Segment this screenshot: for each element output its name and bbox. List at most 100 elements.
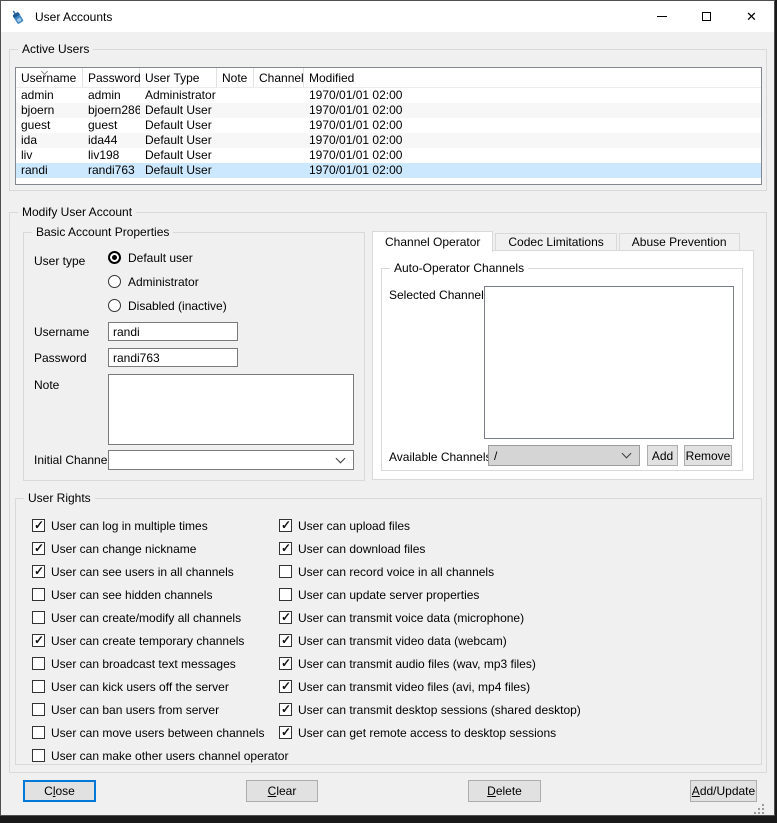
column-header-username[interactable]: Username — [16, 68, 83, 87]
checkbox-user-can-see-hidden-channels[interactable]: User can see hidden channels — [32, 588, 288, 601]
checkbox-user-can-download-files[interactable]: User can download files — [279, 542, 581, 555]
radio-disabled-inactive[interactable]: Disabled (inactive) — [108, 299, 227, 312]
checked-checkbox-icon — [32, 519, 45, 532]
auto-operator-group-label: Auto-Operator Channels — [390, 261, 528, 275]
checked-checkbox-icon — [279, 657, 292, 670]
checkbox-user-can-transmit-audio-files-wav-mp3-files[interactable]: User can transmit audio files (wav, mp3 … — [279, 657, 581, 670]
minimize-button[interactable] — [639, 1, 684, 32]
checkbox-user-can-transmit-video-files-avi-mp4-files[interactable]: User can transmit video files (avi, mp4 … — [279, 680, 581, 693]
checkbox-user-can-broadcast-text-messages[interactable]: User can broadcast text messages — [32, 657, 288, 670]
checkbox-user-can-move-users-between-channels[interactable]: User can move users between channels — [32, 726, 288, 739]
checked-checkbox-icon — [32, 542, 45, 555]
checkbox-user-can-make-other-users-channel-operator[interactable]: User can make other users channel operat… — [32, 749, 288, 762]
table-cell: bjoern286 — [83, 103, 140, 118]
table-row-liv[interactable]: livliv198Default User1970/01/01 02:00 — [16, 148, 761, 163]
teamtalk-app-icon — [10, 9, 26, 25]
title-bar[interactable]: User Accounts ✕ — [1, 1, 774, 32]
close-button[interactable]: Close — [23, 780, 96, 802]
radio-label: Administrator — [128, 275, 199, 289]
basic-group-label: Basic Account Properties — [32, 225, 173, 239]
table-row-randi[interactable]: randirandi763Default User1970/01/01 02:0… — [16, 163, 761, 178]
selected-channels-listbox[interactable] — [484, 286, 734, 439]
checkbox-user-can-log-in-multiple-times[interactable]: User can log in multiple times — [32, 519, 288, 532]
checkbox-label: User can upload files — [298, 519, 410, 533]
tab-channel-operator[interactable]: Channel Operator — [372, 231, 493, 252]
unchecked-checkbox-icon — [279, 588, 292, 601]
checkbox-user-can-create-temporary-channels[interactable]: User can create temporary channels — [32, 634, 288, 647]
table-cell: admin — [16, 88, 83, 103]
chevron-down-icon — [622, 449, 632, 459]
available-channels-value: / — [494, 449, 623, 463]
table-row-guest[interactable]: guestguestDefault User1970/01/01 02:00 — [16, 118, 761, 133]
maximize-button[interactable] — [684, 1, 729, 32]
unchecked-checkbox-icon — [32, 703, 45, 716]
column-header-user-type[interactable]: User Type — [140, 68, 217, 87]
window-title: User Accounts — [35, 10, 112, 24]
remove-button[interactable]: Remove — [684, 445, 732, 466]
table-cell: 1970/01/01 02:00 — [304, 118, 761, 133]
available-channels-combobox[interactable]: / — [488, 445, 640, 466]
user-type-label: User type — [34, 255, 85, 268]
user-rights-group-label: User Rights — [24, 491, 95, 505]
resize-grip[interactable] — [754, 804, 764, 814]
note-label: Note — [34, 379, 59, 392]
table-cell — [254, 88, 304, 103]
close-window-button[interactable]: ✕ — [729, 1, 774, 32]
checkbox-label: User can change nickname — [51, 542, 196, 556]
radio-icon — [108, 275, 121, 288]
delete-button[interactable]: Delete — [468, 780, 541, 802]
tab-abuse-prevention[interactable]: Abuse Prevention — [619, 233, 740, 251]
column-header-modified[interactable]: Modified — [304, 68, 761, 87]
password-input[interactable] — [108, 348, 238, 367]
table-cell: Default User — [140, 148, 217, 163]
checkbox-user-can-get-remote-access-to-desktop-sessions[interactable]: User can get remote access to desktop se… — [279, 726, 581, 739]
checkbox-label: User can see users in all channels — [51, 565, 234, 579]
checkbox-user-can-create-modify-all-channels[interactable]: User can create/modify all channels — [32, 611, 288, 624]
checkbox-user-can-transmit-voice-data-microphone[interactable]: User can transmit voice data (microphone… — [279, 611, 581, 624]
checked-checkbox-icon — [279, 611, 292, 624]
column-header-password[interactable]: Password — [83, 68, 140, 87]
basic-account-properties-group: Basic Account Properties User type Defau… — [23, 232, 365, 481]
table-body: adminadminAdministrator1970/01/01 02:00b… — [16, 88, 761, 178]
tab-codec-limitations[interactable]: Codec Limitations — [495, 233, 616, 251]
radio-default-user[interactable]: Default user — [108, 251, 227, 264]
table-row-admin[interactable]: adminadminAdministrator1970/01/01 02:00 — [16, 88, 761, 103]
table-cell: 1970/01/01 02:00 — [304, 103, 761, 118]
checkbox-user-can-see-users-in-all-channels[interactable]: User can see users in all channels — [32, 565, 288, 578]
unchecked-checkbox-icon — [32, 657, 45, 670]
checkbox-user-can-update-server-properties[interactable]: User can update server properties — [279, 588, 581, 601]
checked-checkbox-icon — [279, 634, 292, 647]
unchecked-checkbox-icon — [32, 749, 45, 762]
checkbox-label: User can get remote access to desktop se… — [298, 726, 556, 740]
checkbox-user-can-kick-users-off-the-server[interactable]: User can kick users off the server — [32, 680, 288, 693]
table-row-bjoern[interactable]: bjoernbjoern286Default User1970/01/01 02… — [16, 103, 761, 118]
checkbox-user-can-change-nickname[interactable]: User can change nickname — [32, 542, 288, 555]
table-cell — [217, 118, 254, 133]
add-update-button[interactable]: Add/Update — [690, 780, 757, 802]
checkbox-label: User can record voice in all channels — [298, 565, 494, 579]
sort-indicator-icon — [41, 68, 48, 75]
initial-channel-combobox[interactable] — [108, 450, 354, 470]
active-users-table[interactable]: UsernamePasswordUser TypeNoteChannelModi… — [15, 67, 762, 185]
add-button[interactable]: Add — [647, 445, 678, 466]
radio-administrator[interactable]: Administrator — [108, 275, 227, 288]
checked-checkbox-icon — [32, 565, 45, 578]
checkbox-user-can-ban-users-from-server[interactable]: User can ban users from server — [32, 703, 288, 716]
checkbox-user-can-record-voice-in-all-channels[interactable]: User can record voice in all channels — [279, 565, 581, 578]
user-accounts-window: User Accounts ✕ Active Users UsernamePas… — [0, 0, 775, 816]
table-cell: 1970/01/01 02:00 — [304, 88, 761, 103]
clear-button[interactable]: Clear — [246, 780, 318, 802]
table-cell — [217, 88, 254, 103]
table-row-ida[interactable]: idaida44Default User1970/01/01 02:00 — [16, 133, 761, 148]
note-textarea[interactable] — [108, 374, 354, 445]
active-users-group-label: Active Users — [18, 42, 93, 56]
auto-operator-channels-group: Auto-Operator Channels Selected Channels… — [381, 268, 743, 471]
chevron-down-icon — [336, 453, 346, 463]
checkbox-user-can-transmit-video-data-webcam[interactable]: User can transmit video data (webcam) — [279, 634, 581, 647]
column-header-note[interactable]: Note — [217, 68, 254, 87]
column-header-channel[interactable]: Channel — [254, 68, 304, 87]
checkbox-label: User can transmit video files (avi, mp4 … — [298, 680, 530, 694]
checkbox-user-can-upload-files[interactable]: User can upload files — [279, 519, 581, 532]
checkbox-user-can-transmit-desktop-sessions-shared-desktop[interactable]: User can transmit desktop sessions (shar… — [279, 703, 581, 716]
username-input[interactable] — [108, 322, 238, 341]
